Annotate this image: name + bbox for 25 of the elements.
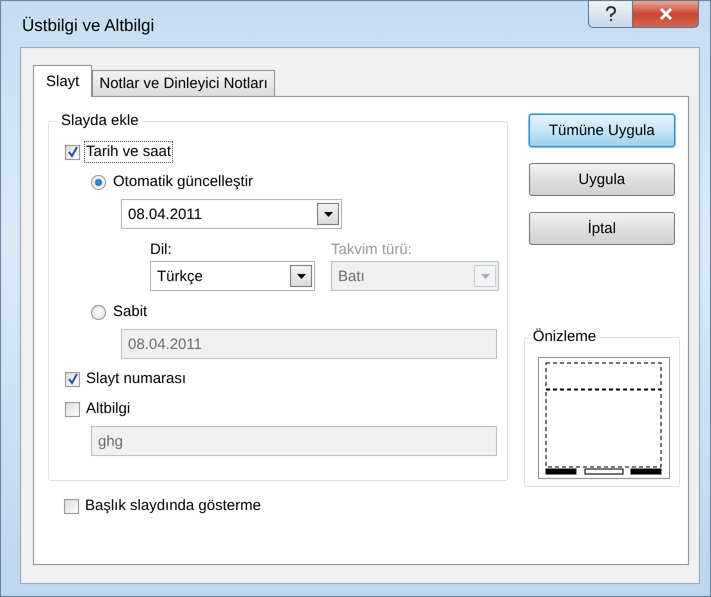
checkbox-label: Slayt numarası xyxy=(85,369,188,389)
checkbox-label: Başlık slaydında gösterme xyxy=(84,496,262,516)
field-label: Dil: xyxy=(150,240,173,258)
checkbox[interactable] xyxy=(65,372,80,386)
question-mark-icon xyxy=(604,6,618,22)
checkbox-label: Altbilgi xyxy=(85,399,132,419)
tab[interactable]: Notlar ve Dinleyici Notları xyxy=(92,70,275,96)
dropdown[interactable]: Türkçe xyxy=(150,261,315,291)
close-icon xyxy=(658,8,672,20)
dialog-button[interactable]: Tümüne Uygula xyxy=(528,114,675,147)
tab[interactable]: Slayt xyxy=(33,65,92,97)
close-button[interactable] xyxy=(633,0,699,28)
checkbox[interactable] xyxy=(65,144,80,160)
radio-label: Otomatik güncelleştir xyxy=(112,172,254,192)
dialog-button[interactable]: İptal xyxy=(528,212,675,245)
field-label: Takvim türü: xyxy=(331,240,412,258)
radio-label: Sabit xyxy=(112,302,148,322)
dialog-button[interactable]: Uygula xyxy=(528,163,675,196)
window-title: Üstbilgi ve Altbilgi xyxy=(22,16,154,36)
group-title: Slayda ekle xyxy=(57,112,143,130)
dropdown[interactable]: 08.04.2011 xyxy=(121,199,342,229)
checkbox[interactable] xyxy=(64,498,79,514)
radio-button[interactable] xyxy=(91,174,106,190)
checkbox-label: Tarih ve saat xyxy=(84,141,174,163)
help-button[interactable] xyxy=(588,0,633,28)
